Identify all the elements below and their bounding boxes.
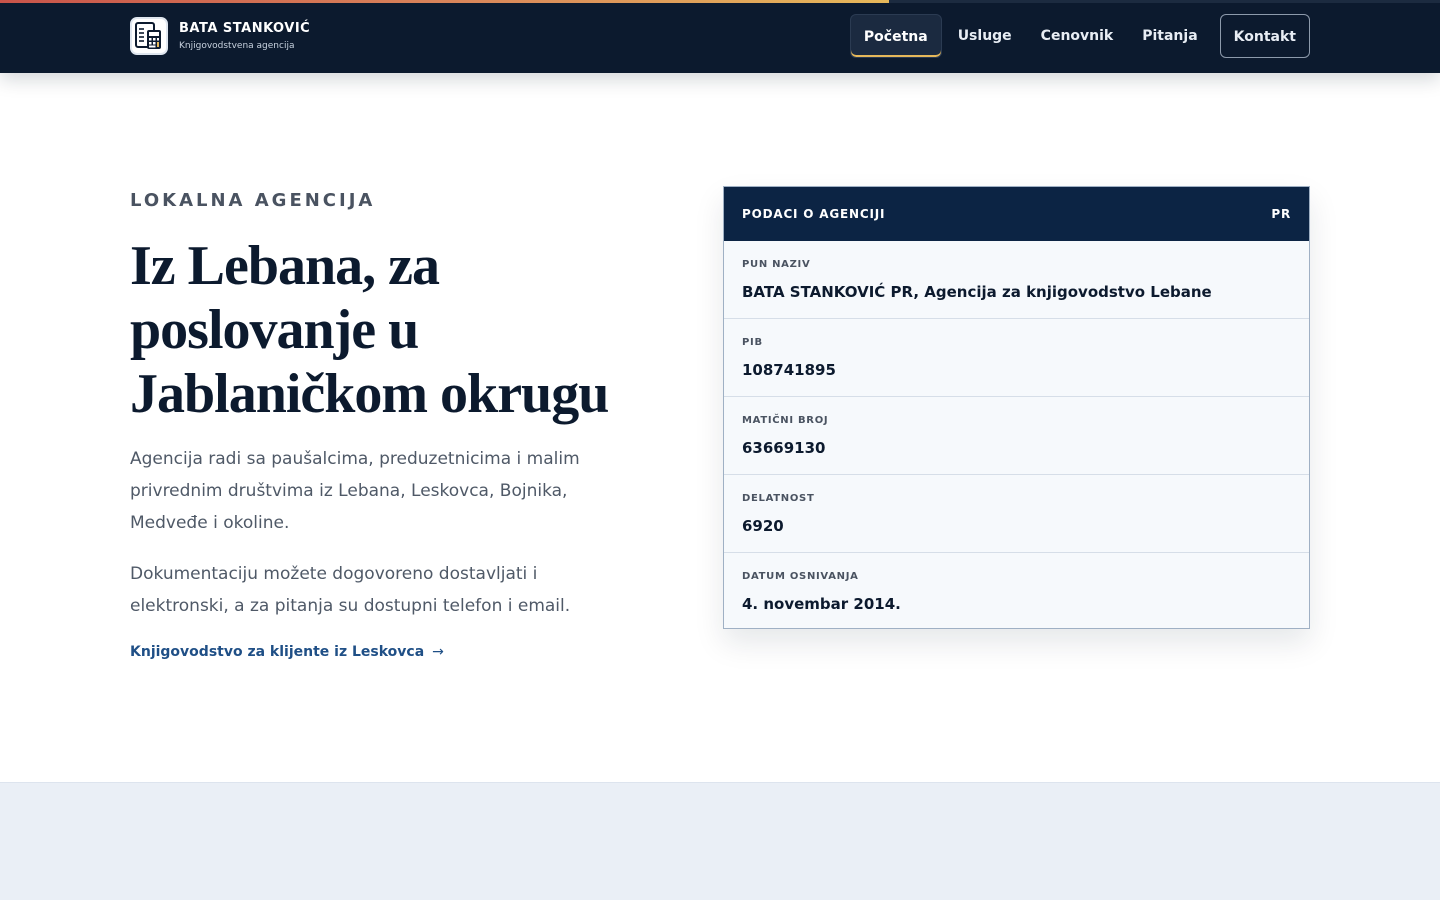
leskovac-clients-link[interactable]: Knjigovodstvo za klijente iz Leskovca → bbox=[130, 644, 444, 660]
next-section-band bbox=[0, 782, 1440, 900]
brand-tagline: Knjigovodstvena agencija bbox=[179, 40, 295, 51]
brand-name: BATA STANKOVIĆ bbox=[179, 20, 311, 36]
nav-item-usluge[interactable]: Usluge bbox=[945, 14, 1025, 58]
row-label: MATIČNI BROJ bbox=[742, 415, 829, 426]
row-value: 63669130 bbox=[742, 439, 826, 457]
row-label: DATUM OSNIVANJA bbox=[742, 571, 859, 582]
card-header: PODACI O AGENCIJI PR bbox=[724, 187, 1309, 241]
hero-paragraph-documents: Dokumentaciju možete dogovoreno dostavlj… bbox=[130, 564, 571, 616]
arrow-right-icon: → bbox=[432, 644, 444, 660]
info-row-registration-number: MATIČNI BROJ 63669130 bbox=[724, 397, 1309, 475]
site-header: BATA STANKOVIĆ Knjigovodstvena agencija … bbox=[0, 0, 1440, 73]
info-row-full-name: PUN NAZIV BATA STANKOVIĆ PR, Agencija za… bbox=[724, 241, 1309, 319]
scroll-progress-track bbox=[889, 0, 1440, 3]
main-nav: Početna Usluge Cenovnik Pitanja Kontakt bbox=[847, 14, 1310, 58]
hero-title: Iz Lebana, za poslovanje u Jablaničkom o… bbox=[130, 235, 609, 425]
row-value: 108741895 bbox=[742, 361, 836, 379]
nav-item-pocetna[interactable]: Početna bbox=[849, 14, 942, 58]
hero-eyebrow: LOKALNA AGENCIJA bbox=[130, 190, 376, 211]
nav-contact-button[interactable]: Kontakt bbox=[1219, 14, 1310, 58]
row-label: PUN NAZIV bbox=[742, 259, 811, 270]
card-badge: PR bbox=[1271, 207, 1291, 221]
card-title: PODACI O AGENCIJI bbox=[742, 207, 886, 221]
row-value: BATA STANKOVIĆ PR, Agencija za knjigovod… bbox=[742, 283, 1212, 301]
leskovac-link-label: Knjigovodstvo za klijente iz Leskovca bbox=[130, 644, 425, 660]
nav-item-pitanja[interactable]: Pitanja bbox=[1129, 14, 1210, 58]
info-row-activity: DELATNOST 6920 bbox=[724, 475, 1309, 553]
agency-info-card: PODACI O AGENCIJI PR PUN NAZIV BATA STAN… bbox=[723, 186, 1310, 629]
brand-logo-link[interactable]: BATA STANKOVIĆ Knjigovodstvena agencija bbox=[130, 17, 310, 55]
info-row-pib: PIB 108741895 bbox=[724, 319, 1309, 397]
scroll-progress-bar bbox=[0, 0, 889, 3]
info-row-founding-date: DATUM OSNIVANJA 4. novembar 2014. bbox=[724, 553, 1309, 631]
row-label: PIB bbox=[742, 337, 763, 348]
calculator-document-icon bbox=[130, 17, 168, 55]
nav-item-cenovnik[interactable]: Cenovnik bbox=[1028, 14, 1127, 58]
hero-paragraph-clients: Agencija radi sa paušalcima, preduzetnic… bbox=[130, 449, 580, 533]
row-value: 6920 bbox=[742, 517, 784, 535]
row-label: DELATNOST bbox=[742, 493, 815, 504]
row-value: 4. novembar 2014. bbox=[742, 595, 901, 613]
